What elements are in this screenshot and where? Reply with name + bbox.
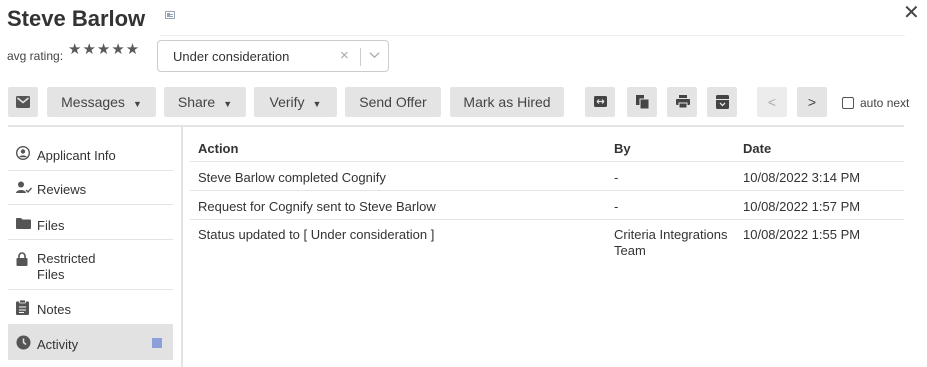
sidebar-item-reviews[interactable]: Reviews xyxy=(8,171,173,205)
copy-icon xyxy=(636,95,649,109)
sidebar-item-activity[interactable]: Activity xyxy=(8,325,173,360)
checkbox-box[interactable] xyxy=(842,97,854,109)
table-divider xyxy=(190,219,904,220)
rating-label: avg rating: xyxy=(7,49,64,63)
auto-next-label: auto next xyxy=(860,96,910,110)
messages-dropdown[interactable]: Messages ▼ xyxy=(47,87,156,117)
next-button[interactable]: > xyxy=(797,87,827,117)
transfer-icon xyxy=(594,96,607,107)
column-header-action: Action xyxy=(198,141,239,156)
sidebar-item-label: Activity xyxy=(37,337,79,352)
compare-button[interactable] xyxy=(585,87,615,117)
action-cell: Steve Barlow completed Cognify xyxy=(198,170,386,185)
archive-icon xyxy=(716,95,729,109)
mail-icon xyxy=(16,96,30,108)
share-dropdown[interactable]: Share ▼ xyxy=(164,87,246,117)
archive-button[interactable] xyxy=(707,87,737,117)
clipboard-icon xyxy=(16,299,29,318)
messages-label: Messages xyxy=(61,94,125,110)
divider xyxy=(160,35,905,36)
sidebar-item-label: Applicant Info xyxy=(37,148,116,163)
by-cell: Criteria Integrations Team xyxy=(614,227,728,258)
clock-icon xyxy=(16,335,31,353)
email-button[interactable] xyxy=(8,87,38,117)
send-offer-button[interactable]: Send Offer xyxy=(345,87,441,117)
sidebar-item-files[interactable]: Files xyxy=(8,205,173,240)
table-divider xyxy=(190,161,904,162)
user-check-icon xyxy=(16,181,33,197)
sidebar-item-notes[interactable]: Notes xyxy=(8,290,173,325)
lock-icon xyxy=(16,252,28,269)
print-button[interactable] xyxy=(667,87,697,117)
column-header-date: Date xyxy=(743,141,772,156)
date-cell: 10/08/2022 3:14 PM xyxy=(743,170,861,185)
sidebar-item-label: Notes xyxy=(37,302,71,317)
sidebar-item-label: Files xyxy=(37,218,65,233)
column-header-by: By xyxy=(614,141,631,156)
mark-hired-button[interactable]: Mark as Hired xyxy=(450,87,564,117)
sidebar-item-label: Restricted Files xyxy=(37,251,96,282)
active-marker xyxy=(152,338,162,348)
toolbar-divider xyxy=(8,125,904,127)
sidebar-item-applicant-info[interactable]: Applicant Info xyxy=(8,138,173,171)
by-cell: - xyxy=(614,170,619,185)
chevron-down-icon[interactable] xyxy=(369,49,380,63)
clear-icon[interactable]: × xyxy=(340,47,349,64)
status-select[interactable]: Under consideration × xyxy=(157,40,389,72)
status-select-value: Under consideration xyxy=(173,49,290,64)
sidebar-item-label: Reviews xyxy=(37,182,87,197)
table-divider xyxy=(190,190,904,191)
copy-button[interactable] xyxy=(627,87,657,117)
printer-icon xyxy=(676,95,690,108)
verify-label: Verify xyxy=(269,94,305,110)
close-icon[interactable]: ✕ xyxy=(903,0,920,25)
folder-icon xyxy=(16,217,31,232)
sidebar-divider xyxy=(181,127,183,367)
action-cell: Request for Cognify sent to Steve Barlow xyxy=(198,199,436,214)
select-divider xyxy=(360,48,361,66)
previous-button[interactable]: < xyxy=(757,87,787,117)
date-cell: 10/08/2022 1:55 PM xyxy=(743,227,861,242)
verify-dropdown[interactable]: Verify ▼ xyxy=(254,87,337,117)
caret-down-icon: ▼ xyxy=(312,99,322,109)
caret-down-icon: ▼ xyxy=(132,99,142,109)
star-rating[interactable]: ★★★★★ xyxy=(68,40,140,58)
id-card-icon xyxy=(165,11,175,19)
sidebar-item-restricted-files[interactable]: Restricted Files xyxy=(8,240,173,290)
page-title: Steve Barlow xyxy=(7,6,146,31)
user-circle-icon xyxy=(15,145,31,163)
action-cell: Status updated to [ Under consideration … xyxy=(198,227,435,242)
date-cell: 10/08/2022 1:57 PM xyxy=(743,199,861,214)
caret-down-icon: ▼ xyxy=(223,99,233,109)
auto-next-checkbox[interactable]: auto next xyxy=(842,96,909,110)
by-cell: - xyxy=(614,199,619,214)
share-label: Share xyxy=(177,94,216,110)
